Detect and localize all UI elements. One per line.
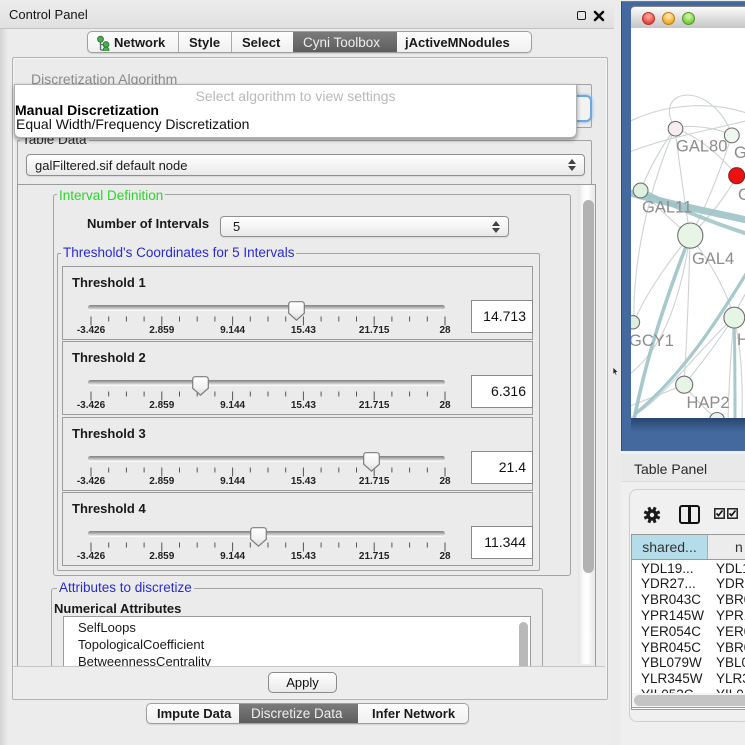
svg-text:GA: GA [734, 144, 745, 162]
svg-text:GAL11: GAL11 [642, 199, 692, 217]
svg-text:G: G [738, 186, 745, 204]
svg-text:H: H [737, 331, 745, 349]
svg-text:HAP2: HAP2 [687, 394, 730, 412]
svg-text:GAL4: GAL4 [692, 250, 734, 268]
svg-text:GCY1: GCY1 [631, 332, 674, 350]
svg-text:GAL80: GAL80 [676, 138, 727, 156]
